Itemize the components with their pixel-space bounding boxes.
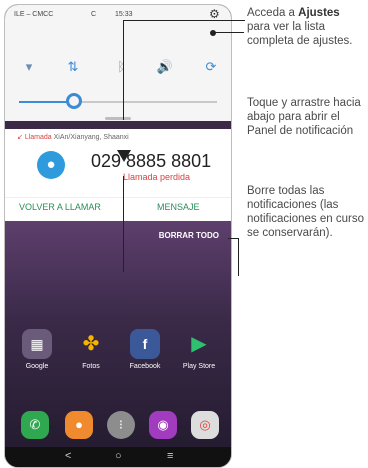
photos-icon: ✤ — [82, 333, 100, 355]
app-label: Facebook — [129, 363, 161, 370]
missed-call-app-icon: ↙ — [17, 134, 25, 141]
missed-call-label: Llamada perdida — [123, 172, 191, 182]
callout-settings-post: para ver la lista completa de ajustes. — [247, 21, 353, 47]
callout-line-drag-top — [123, 20, 245, 21]
status-bar: ILE – CMCC C 15:33 ⚙ — [5, 5, 231, 29]
sound-icon[interactable]: 🔊 — [151, 53, 179, 81]
home-screen: BORRAR TODO ▦ Google ✤ Fotos f Facebook … — [5, 221, 231, 467]
auto-rotate-icon[interactable]: ⟳ — [197, 53, 225, 81]
call-back-button[interactable]: VOLVER A LLAMAR — [19, 202, 101, 212]
app-google[interactable]: ▦ Google — [17, 329, 57, 370]
app-fotos[interactable]: ✤ Fotos — [71, 329, 111, 370]
brightness-slider[interactable] — [19, 93, 217, 109]
facebook-icon: f — [130, 329, 160, 359]
drag-arrow-line-bottom — [123, 176, 124, 272]
drag-handle[interactable] — [105, 117, 131, 120]
wifi-off-icon[interactable]: ▾ — [15, 53, 43, 81]
callout-settings-bold: Ajustes — [298, 7, 340, 19]
app-facebook[interactable]: f Facebook — [125, 329, 165, 370]
google-folder-icon: ▦ — [22, 329, 52, 359]
quick-tiles: ▾ ⇅ ᛒ 🔊 ⟳ — [5, 53, 231, 81]
person-icon: ● — [37, 151, 65, 179]
callout-line-clear — [238, 238, 239, 276]
missed-call-notification[interactable]: ↙ Llamada XiAn/Xianyang, Shaanxi ● 029 8… — [5, 129, 231, 221]
carrier-label: ILE – CMCC — [14, 11, 54, 18]
app-play-store[interactable]: ▶ Play Store — [179, 329, 219, 370]
messages-icon[interactable]: ● — [65, 411, 93, 439]
callout-line-clear-h — [228, 238, 238, 239]
app-row: ▦ Google ✤ Fotos f Facebook ▶ Play Store — [5, 329, 231, 389]
app-label: Fotos — [82, 363, 100, 370]
carrier2-label: C — [91, 11, 97, 18]
drag-arrow-line-top — [123, 20, 124, 120]
quick-settings-panel: ILE – CMCC C 15:33 ⚙ ▾ ⇅ ᛒ 🔊 ⟳ — [5, 5, 231, 121]
back-button[interactable]: < — [65, 450, 71, 462]
recents-button[interactable]: ≡ — [167, 450, 173, 462]
clock: 15:33 — [115, 11, 133, 18]
message-button[interactable]: MENSAJE — [157, 202, 200, 212]
clear-all-button[interactable]: BORRAR TODO — [159, 231, 219, 240]
phone-icon[interactable]: ✆ — [21, 411, 49, 439]
app-label: Play Store — [182, 363, 216, 370]
app-label: Google — [25, 363, 49, 370]
callout-pointer-dot — [210, 30, 216, 36]
arrow-down-icon — [117, 150, 131, 162]
notification-meta: XiAn/Xianyang, Shaanxi — [53, 134, 129, 141]
notification-header: ↙ Llamada XiAn/Xianyang, Shaanxi — [17, 133, 129, 141]
callout-settings-pre: Acceda a — [247, 7, 299, 19]
home-button[interactable]: ○ — [115, 450, 122, 462]
callout-line-settings — [214, 32, 244, 33]
notification-actions: VOLVER A LLAMAR MENSAJE — [5, 197, 231, 218]
camera-icon[interactable]: ◉ — [149, 411, 177, 439]
callout-clear: Borre todas las notificaciones (las noti… — [247, 185, 364, 239]
phone-screen: ILE – CMCC C 15:33 ⚙ ▾ ⇅ ᛒ 🔊 ⟳ ↙ Llamada… — [4, 4, 232, 468]
brightness-icon[interactable] — [66, 93, 83, 109]
play-store-icon: ▶ — [191, 333, 207, 355]
mobile-data-icon[interactable]: ⇅ — [59, 53, 87, 81]
notification-app-label: Llamada — [24, 134, 52, 141]
caller-number: 029 8885 8801 — [91, 151, 212, 171]
dock: ✆ ● ⁝ ◉ ◎ — [5, 411, 231, 451]
bluetooth-icon[interactable]: ᛒ — [107, 53, 135, 81]
app-drawer-icon[interactable]: ⁝ — [107, 411, 135, 439]
chrome-icon[interactable]: ◎ — [191, 411, 219, 439]
callout-settings: Acceda a Ajustes para ver la lista compl… — [247, 6, 365, 48]
navigation-bar: < ○ ≡ — [5, 447, 231, 467]
callout-drag: Toque y arrastre hacia abajo para abrir … — [247, 97, 361, 137]
gear-icon[interactable]: ⚙ — [209, 7, 220, 21]
